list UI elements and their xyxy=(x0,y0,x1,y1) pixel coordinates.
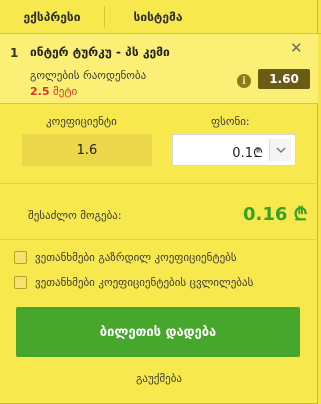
bet-card: 1 ინტერ ტურკუ - პს კემი ✕ გოლების რაოდენ… xyxy=(0,34,318,104)
accept-odds-change-option[interactable]: ვეთანხმები კოეფიციენტების ცვლილებას xyxy=(14,276,253,289)
odds-badge: 1.60 xyxy=(258,69,310,89)
possible-win-label: შესაძლო მოგება: xyxy=(28,209,122,222)
bet-selection-value: 2.5 xyxy=(30,85,50,98)
tabs-filler xyxy=(212,0,317,34)
accept-higher-odds-option[interactable]: ვეთანხმები გაზრდილ კოეფიციენტებს xyxy=(14,251,237,264)
checkbox[interactable] xyxy=(14,251,27,264)
tab-system[interactable]: სისტემა xyxy=(104,0,212,34)
betslip-tabs: ექსპრესი სისტემა xyxy=(0,0,321,34)
tab-express[interactable]: ექსპრესი xyxy=(0,0,104,34)
bet-event-title: ინტერ ტურკუ - პს კემი xyxy=(30,45,170,59)
chevron-down-icon[interactable] xyxy=(269,139,291,161)
bet-selection-label: მეტი xyxy=(53,85,78,98)
close-icon[interactable]: ✕ xyxy=(290,41,303,56)
coefficient-value: 1.6 xyxy=(22,134,152,166)
stake-label: ფსონი: xyxy=(211,115,250,128)
tab-divider xyxy=(104,6,105,28)
checkbox[interactable] xyxy=(14,276,27,289)
divider xyxy=(0,239,318,240)
coefficient-label: კოეფიციენტი xyxy=(46,115,117,128)
checkbox-label: ვეთანხმები კოეფიციენტების ცვლილებას xyxy=(35,276,254,289)
divider xyxy=(0,183,318,184)
checkbox-label: ვეთანხმები გაზრდილ კოეფიციენტებს xyxy=(35,251,237,264)
clear-button[interactable]: გაუქმება xyxy=(0,372,318,385)
bet-market: გოლების რაოდენობა xyxy=(30,69,147,82)
betslip-panel: ექსპრესი სისტემა 1 ინტერ ტურკუ - პს კემი… xyxy=(0,0,321,404)
bet-number: 1 xyxy=(10,46,19,60)
stake-value: 0.1₾ xyxy=(232,146,263,161)
bet-selection: 2.5 მეტი xyxy=(30,85,77,98)
place-bet-button[interactable]: ბილეთის დადება xyxy=(16,307,300,357)
info-icon[interactable]: i xyxy=(237,74,251,88)
possible-win-value: 0.16 ₾ xyxy=(243,204,308,225)
stake-input[interactable]: 0.1₾ xyxy=(172,134,296,166)
